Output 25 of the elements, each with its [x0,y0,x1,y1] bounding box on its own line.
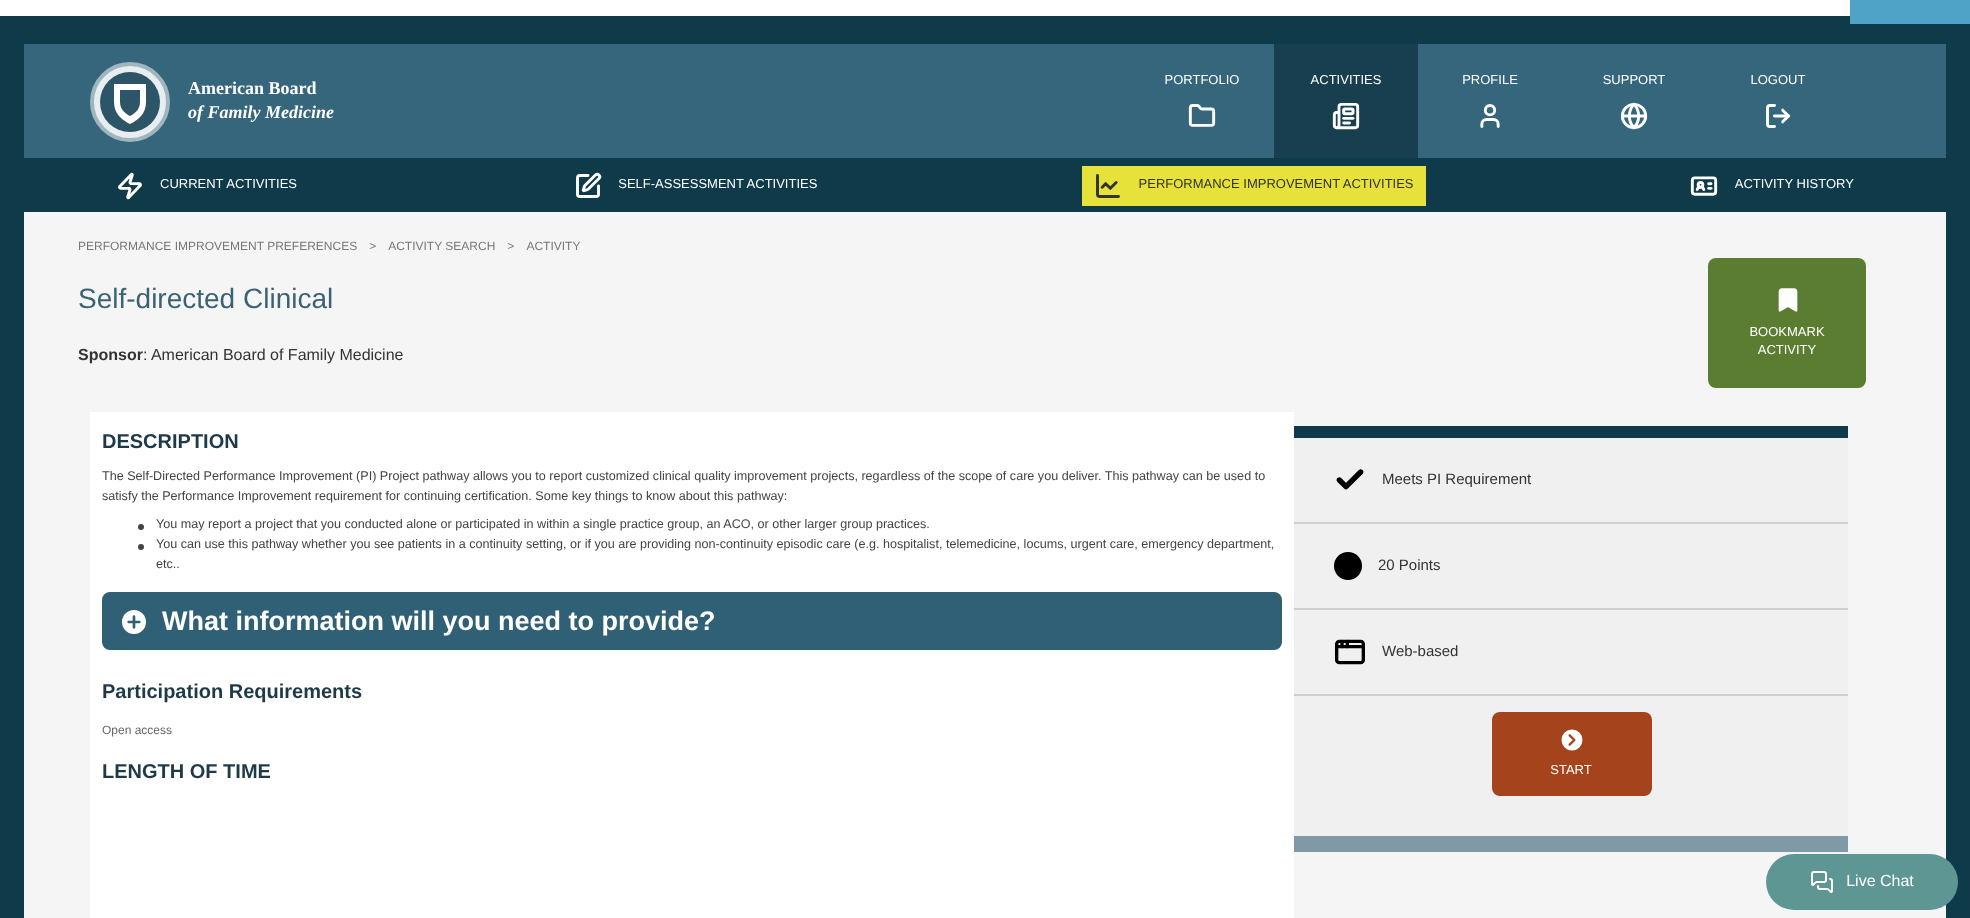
user-icon [1476,102,1504,131]
accordion-header[interactable]: What information will you need to provide? [102,592,1282,651]
logo-text: American Board [188,78,319,101]
section-heading: LENGTH OF TIME [102,760,273,789]
shield-logo-icon [88,59,172,143]
logo-text: of Family Medicine [188,101,334,124]
chat-icon [1810,870,1835,894]
live-chat-button[interactable]: Live Chat [1766,854,1958,910]
section-heading: DESCRIPTION [102,430,241,458]
corner-shape [1850,0,1970,24]
id-card-icon [1690,171,1719,199]
list-icon [1332,102,1360,131]
logout-icon [1764,102,1792,131]
window-icon [1334,636,1366,668]
chart-icon [1094,171,1123,199]
globe-icon [1620,102,1648,131]
folder-icon [1188,102,1216,131]
edit-icon [574,171,603,199]
plus-circle-icon [118,605,150,638]
sponsor-text: Sponsor: American Board of Family Medicine [78,344,404,368]
page-title: Self-directed Clinical [78,280,336,318]
lightning-icon [116,171,144,199]
arrow-circle-icon [1557,726,1585,755]
bookmark-icon [1773,285,1801,314]
section-heading: Participation Requirements [102,680,365,709]
